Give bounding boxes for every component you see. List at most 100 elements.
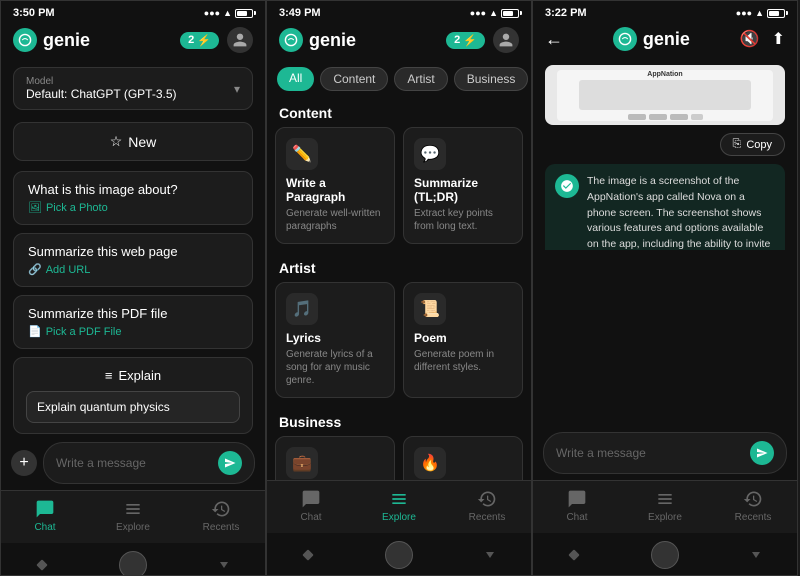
card-desc-lyrics: Generate lyrics of a song for any music …: [286, 348, 384, 387]
tab-artist[interactable]: Artist: [394, 67, 447, 91]
avatar-1[interactable]: [227, 27, 253, 53]
audio-icon[interactable]: 🔇: [740, 29, 760, 49]
action-card-pdf: Summarize this PDF file 📄 Pick a PDF Fil…: [13, 295, 253, 349]
status-icons-2: ●●● ▲: [470, 8, 519, 18]
status-bar-3: 3:22 PM ●●● ▲: [533, 1, 797, 23]
recent-hw-button-3[interactable]: [752, 552, 760, 558]
top-nav-1: genie 2 ⚡: [1, 23, 265, 61]
nav-chat-3[interactable]: Chat: [550, 489, 605, 523]
send-button-3[interactable]: [750, 441, 774, 465]
card-desc-write: Generate well-written paragraphs: [286, 207, 384, 233]
new-label: New: [128, 134, 156, 150]
message-placeholder-3: Write a message: [556, 446, 646, 460]
card-business-2[interactable]: 🔥: [403, 436, 523, 480]
tab-content[interactable]: Content: [320, 67, 388, 91]
detail-nav: ← genie 🔇 ⬆: [533, 23, 797, 59]
recent-hw-button-1[interactable]: [220, 562, 228, 568]
preview-tags: [628, 114, 703, 120]
home-hw-button-3[interactable]: [651, 541, 679, 569]
status-icons-3: ●●● ▲: [736, 8, 785, 18]
preview-content: [579, 80, 752, 110]
explore-nav-icon-3: [655, 489, 675, 509]
message-bar-3[interactable]: Write a message: [543, 432, 787, 474]
nav-explore-3[interactable]: Explore: [638, 489, 693, 523]
recent-hw-button-2[interactable]: [486, 552, 494, 558]
explain-header: ≡ Explain: [26, 368, 240, 383]
card-write-paragraph[interactable]: ✏️ Write a Paragraph Generate well-writt…: [275, 127, 395, 244]
tab-business[interactable]: Business: [454, 67, 529, 91]
copy-label: Copy: [746, 139, 772, 151]
nav-explore-2[interactable]: Explore: [372, 489, 427, 523]
back-hw-button-2[interactable]: [302, 549, 313, 560]
home-row-2: [267, 533, 531, 575]
logo-3: genie: [613, 27, 690, 51]
send-button-1[interactable]: [218, 451, 242, 475]
message-bar-1[interactable]: Write a message: [43, 442, 255, 484]
avatar-2[interactable]: [493, 27, 519, 53]
battery-icon-3: [767, 9, 785, 18]
share-icon[interactable]: ⬆: [772, 29, 785, 49]
explain-input[interactable]: [26, 391, 240, 423]
tab-all[interactable]: All: [277, 67, 314, 91]
chevron-down-icon: ▾: [234, 82, 240, 96]
nav-recents-1[interactable]: Recents: [194, 499, 249, 533]
section-title-content: Content: [275, 97, 523, 127]
top-nav-2: genie 2 ⚡: [267, 23, 531, 61]
chat-nav-label-1: Chat: [34, 522, 55, 533]
content-cards-grid: ✏️ Write a Paragraph Generate well-writt…: [275, 127, 523, 244]
ai-response: The image is a screenshot of the AppNati…: [545, 164, 785, 250]
credits-badge-1[interactable]: 2 ⚡: [180, 32, 219, 49]
bottom-nav-3: Chat Explore Recents: [533, 480, 797, 533]
panel-detail: 3:22 PM ●●● ▲ ← genie 🔇 ⬆: [532, 0, 798, 576]
card-title-lyrics: Lyrics: [286, 331, 384, 345]
card-summarize[interactable]: 💬 Summarize (TL;DR) Extract key points f…: [403, 127, 523, 244]
nav-recents-3[interactable]: Recents: [726, 489, 781, 523]
preview-app-name: AppNation: [647, 71, 682, 78]
add-button-1[interactable]: +: [11, 450, 37, 476]
nav-chat-2[interactable]: Chat: [284, 489, 339, 523]
new-section[interactable]: ☆ New: [13, 122, 253, 161]
nav-chat-1[interactable]: Chat: [18, 499, 73, 533]
copy-bar: ⎘ Copy: [545, 133, 785, 156]
logo-text-3: genie: [643, 29, 690, 50]
recents-nav-icon-2: [477, 489, 497, 509]
wifi-icon-3: ▲: [755, 8, 764, 18]
home-hw-button-2[interactable]: [385, 541, 413, 569]
chat-nav-icon-3: [567, 489, 587, 509]
back-hw-button-1[interactable]: [36, 559, 47, 570]
copy-button[interactable]: ⎘ Copy: [720, 133, 786, 156]
back-button[interactable]: ←: [545, 29, 563, 50]
action-link-url[interactable]: 🔗 Add URL: [28, 263, 238, 276]
action-link-pdf[interactable]: 📄 Pick a PDF File: [28, 325, 238, 338]
battery-icon-2: [501, 9, 519, 18]
section-title-artist: Artist: [275, 252, 523, 282]
card-desc-poem: Generate poem in different styles.: [414, 348, 512, 374]
card-lyrics[interactable]: 🎵 Lyrics Generate lyrics of a song for a…: [275, 282, 395, 398]
signal-icon-2: ●●●: [470, 8, 486, 18]
home-row-3: [533, 533, 797, 575]
credits-badge-2[interactable]: 2 ⚡: [446, 32, 485, 49]
back-hw-button-3[interactable]: [568, 549, 579, 560]
card-business-1[interactable]: 💼: [275, 436, 395, 480]
action-link-photo[interactable]: 🖼 Pick a Photo: [28, 201, 238, 214]
explain-section: ≡ Explain: [13, 357, 253, 434]
pdf-icon: 📄: [28, 325, 42, 338]
card-title-summarize: Summarize (TL;DR): [414, 176, 512, 204]
panel-chat: 3:50 PM ●●● ▲ genie 2 ⚡: [0, 0, 266, 576]
card-title-write: Write a Paragraph: [286, 176, 384, 204]
chat-nav-icon-1: [35, 499, 55, 519]
explore-nav-icon-2: [389, 489, 409, 509]
explore-nav-label-2: Explore: [382, 512, 416, 523]
home-hw-button-1[interactable]: [119, 551, 147, 576]
recents-nav-label-1: Recents: [203, 522, 240, 533]
nav-explore-1[interactable]: Explore: [106, 499, 161, 533]
model-selector[interactable]: Model Default: ChatGPT (GPT-3.5) ▾: [13, 67, 253, 110]
explore-nav-label-3: Explore: [648, 512, 682, 523]
action-title-image: What is this image about?: [28, 182, 238, 197]
home-row-1: [1, 543, 265, 576]
ai-text: The image is a screenshot of the AppNati…: [587, 174, 775, 250]
ai-avatar: [555, 174, 579, 198]
card-poem[interactable]: 📜 Poem Generate poem in different styles…: [403, 282, 523, 398]
nav-recents-2[interactable]: Recents: [460, 489, 515, 523]
recents-nav-icon-1: [211, 499, 231, 519]
